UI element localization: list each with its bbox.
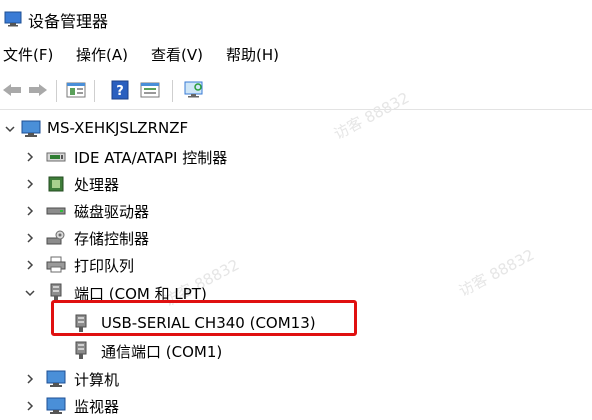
title-bar: 设备管理器 bbox=[0, 0, 592, 36]
device-tree: MS-XEHKJSLZRNZF IDE ATA/ATAPI 控制器 处理器 磁盘… bbox=[0, 112, 592, 420]
port-icon bbox=[71, 341, 91, 361]
chevron-right-icon[interactable] bbox=[23, 150, 37, 164]
chevron-right-icon[interactable] bbox=[23, 399, 37, 413]
storage-controller-icon bbox=[46, 228, 66, 248]
menu-action[interactable]: 操作(A) bbox=[76, 44, 128, 65]
chevron-right-icon[interactable] bbox=[23, 204, 37, 218]
view-icon[interactable] bbox=[138, 78, 162, 102]
forward-arrow-icon[interactable] bbox=[26, 78, 50, 102]
properties-icon[interactable] bbox=[64, 78, 88, 102]
processor-icon bbox=[46, 174, 66, 194]
tree-item-disk[interactable]: 磁盘驱动器 bbox=[0, 198, 592, 224]
toolbar-divider bbox=[0, 109, 592, 110]
computer-icon bbox=[46, 369, 66, 389]
tree-item-computer[interactable]: 计算机 bbox=[0, 366, 592, 392]
tree-item-label: 计算机 bbox=[74, 371, 120, 389]
highlight-box bbox=[51, 300, 357, 336]
printer-icon bbox=[46, 255, 66, 275]
svg-text:?: ? bbox=[116, 84, 124, 99]
tree-item-processor[interactable]: 处理器 bbox=[0, 171, 592, 197]
chevron-down-icon[interactable] bbox=[3, 122, 17, 136]
monitor-icon bbox=[46, 396, 66, 416]
tree-root[interactable]: MS-XEHKJSLZRNZF bbox=[0, 116, 592, 142]
tree-item-label: 处理器 bbox=[74, 176, 120, 194]
menu-file[interactable]: 文件(F) bbox=[3, 44, 53, 65]
back-arrow-icon[interactable] bbox=[0, 78, 24, 102]
tree-item-ide[interactable]: IDE ATA/ATAPI 控制器 bbox=[0, 144, 592, 170]
toolbar-separator bbox=[56, 80, 57, 102]
tree-item-label: IDE ATA/ATAPI 控制器 bbox=[74, 149, 228, 167]
tree-item-label: 磁盘驱动器 bbox=[74, 203, 150, 221]
toolbar-separator bbox=[94, 80, 95, 102]
chevron-right-icon[interactable] bbox=[23, 231, 37, 245]
toolbar-separator bbox=[172, 80, 173, 102]
tree-item-label: 存储控制器 bbox=[74, 230, 150, 248]
tree-item-label: 监视器 bbox=[74, 398, 120, 416]
menu-bar: 文件(F) 操作(A) 查看(V) 帮助(H) bbox=[0, 44, 592, 68]
device-manager-icon bbox=[4, 9, 22, 27]
tree-item-print-queue[interactable]: 打印队列 bbox=[0, 252, 592, 278]
tree-item-label: 打印队列 bbox=[74, 257, 135, 275]
tree-root-label: MS-XEHKJSLZRNZF bbox=[47, 119, 189, 137]
toolbar: ? bbox=[0, 76, 592, 106]
window-title: 设备管理器 bbox=[28, 12, 109, 31]
chevron-down-icon[interactable] bbox=[23, 286, 37, 300]
ide-controller-icon bbox=[46, 147, 66, 167]
disk-drive-icon bbox=[46, 201, 66, 221]
help-icon[interactable]: ? bbox=[108, 78, 132, 102]
monitor-scan-icon[interactable] bbox=[182, 78, 206, 102]
chevron-right-icon[interactable] bbox=[23, 177, 37, 191]
tree-item-monitor[interactable]: 监视器 bbox=[0, 393, 592, 419]
menu-view[interactable]: 查看(V) bbox=[151, 44, 203, 65]
computer-icon bbox=[21, 119, 41, 139]
tree-item-label: 通信端口 (COM1) bbox=[101, 343, 223, 361]
chevron-right-icon[interactable] bbox=[23, 372, 37, 386]
menu-help[interactable]: 帮助(H) bbox=[226, 44, 279, 65]
tree-item-storage[interactable]: 存储控制器 bbox=[0, 225, 592, 251]
chevron-right-icon[interactable] bbox=[23, 258, 37, 272]
tree-item-com1[interactable]: 通信端口 (COM1) bbox=[0, 338, 592, 364]
